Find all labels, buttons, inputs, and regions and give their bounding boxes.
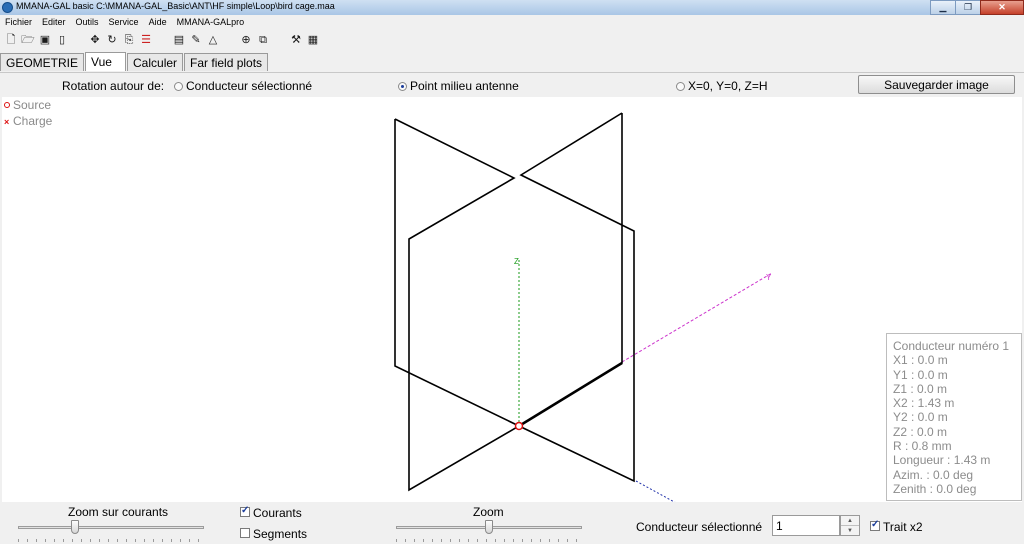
title-bar: MMANA-GAL basic C:\MMANA-GAL_Basic\ANT\H… [0,0,1024,15]
close-icon: ✕ [998,2,1006,12]
copy-icon[interactable]: ⎘ [122,33,136,47]
currents-label[interactable]: Courants [253,506,302,520]
radio-antenna-center-label[interactable]: Point milieu antenne [410,79,519,93]
conductor-info-row: Z2 : 0.0 m [893,424,948,439]
x-axis-line [635,480,676,502]
info-icon[interactable]: ▯ [55,33,69,47]
minimize-icon: ▁ [939,2,947,12]
tab-bar: GEOMETRIE Vue Calculer Far field plots [0,52,269,71]
conductor-info-row: Longueur : 1.43 m [893,453,991,468]
charge-marker-icon: × [4,117,10,127]
zoom-slider[interactable] [396,520,582,542]
y-axis-line [621,272,773,363]
double-line-checkbox[interactable] [870,519,880,531]
feed-source-marker [514,421,524,431]
save-disk-icon[interactable]: ▣ [38,33,52,47]
radio-origin-label[interactable]: X=0, Y=0, Z=H [688,79,768,93]
bottom-controls: Zoom sur courants Courants Segments Zoom… [0,502,1024,544]
toolbar: 🗋 🗁 ▣ ▯ ✥ ↻ ⎘ ☰ ▤ ✎ △ ⊕ ⧉ ⚒ ▦ [0,30,1024,50]
radio-origin[interactable] [676,82,685,91]
spin-down-icon[interactable]: ▼ [841,526,859,536]
document-icon[interactable]: ▤ [172,33,186,47]
conductor-info-row: Azim. : 0.0 deg [893,467,974,482]
menu-mmana-galpro[interactable]: MMANA-GALpro [172,17,250,27]
radio-antenna-center[interactable] [398,82,407,91]
zoom-label: Zoom [473,505,504,519]
zoom-currents-slider[interactable] [18,520,204,542]
open-folder-icon[interactable]: 🗁 [21,33,35,47]
currents-checkbox[interactable] [240,505,250,517]
conductor-info-panel: Conducteur numéro 1 X1 : 0.0 m Y1 : 0.0 … [886,333,1022,501]
conductor-info-title: Conducteur numéro 1 [893,339,1010,353]
app-icon [2,2,13,13]
move-cross-icon[interactable]: ✥ [88,33,102,47]
mmana-window: MMANA-GAL basic C:\MMANA-GAL_Basic\ANT\H… [0,0,1024,544]
legend-charge: × Charge [4,114,52,128]
wire-loop-b [517,112,635,483]
z-axis-label: Z [514,257,519,266]
crosshair-icon[interactable]: ⊕ [239,33,253,47]
source-marker-icon [4,102,10,108]
view-options-bar: Rotation autour de: Conducteur sélection… [0,72,1024,96]
tab-geometrie[interactable]: GEOMETRIE [0,53,85,71]
selected-conductor-input[interactable]: 1 [772,515,840,536]
new-file-icon[interactable]: 🗋 [4,33,18,47]
triangle-icon[interactable]: △ [206,33,220,47]
calculator-icon[interactable]: ▦ [306,33,320,47]
menu-editer[interactable]: Editer [37,17,71,27]
tools-icon[interactable]: ⚒ [289,33,303,47]
conductor-info-row: Zenith : 0.0 deg [893,481,977,496]
spin-up-icon[interactable]: ▲ [841,516,859,526]
conductor-info-row: R : 0.8 mm [893,439,952,454]
conductor-info-row: X2 : 1.43 m [893,396,955,411]
menu-aide[interactable]: Aide [144,17,172,27]
menu-service[interactable]: Service [104,17,144,27]
selected-conductor-label: Conducteur sélectionné [636,520,763,534]
segments-label[interactable]: Segments [253,527,307,541]
minimize-button[interactable]: ▁ [930,0,956,15]
rotate-icon[interactable]: ↻ [105,33,119,47]
radio-selected-conductor[interactable] [174,82,183,91]
menu-outils[interactable]: Outils [71,17,104,27]
edit-icon[interactable]: ✎ [189,33,203,47]
close-button[interactable]: ✕ [980,0,1024,15]
zoom-currents-slider-thumb[interactable] [71,520,79,534]
legend-charge-label: Charge [13,114,53,128]
menu-fichier[interactable]: Fichier [0,17,37,27]
radio-selected-conductor-label[interactable]: Conducteur sélectionné [186,79,312,93]
conductor-info-row: Y2 : 0.0 m [893,410,948,425]
legend-source: Source [4,98,51,112]
y-axis-label: Y [766,273,772,282]
window-title: MMANA-GAL basic C:\MMANA-GAL_Basic\ANT\H… [16,1,335,11]
menu-bar: Fichier Editer Outils Service Aide MMANA… [0,15,1024,29]
antenna-geometry-svg: Z Y [394,112,773,502]
zoom-currents-label: Zoom sur courants [68,505,169,519]
tab-far-field-plots[interactable]: Far field plots [184,53,269,71]
selected-conductor-spinner[interactable]: ▲ ▼ [840,515,860,536]
double-line-label[interactable]: Trait x2 [883,520,923,534]
align-icon[interactable]: ☰ [139,33,153,47]
antenna-view-canvas[interactable]: Z Y Source × Charge Conducteur numéro 1 X… [2,97,1022,502]
zoom-slider-thumb[interactable] [485,520,493,534]
conductor-info-row: Y1 : 0.0 m [893,367,948,382]
rotation-label: Rotation autour de: [62,79,165,93]
save-image-button[interactable]: Sauvegarder image [858,75,1015,94]
conductor-info-row: X1 : 0.0 m [893,353,948,368]
legend-source-label: Source [13,98,52,112]
tab-vue[interactable]: Vue [85,52,127,71]
wire-loop-a [394,118,521,492]
maximize-button[interactable]: ❐ [955,0,981,15]
maximize-icon: ❐ [963,2,973,12]
conductor-info-row: Z1 : 0.0 m [893,381,948,396]
selected-conductor-wire[interactable] [518,361,623,428]
duplicate-icon[interactable]: ⧉ [256,33,270,47]
segments-checkbox[interactable] [240,528,250,538]
tab-calculer[interactable]: Calculer [127,53,184,71]
